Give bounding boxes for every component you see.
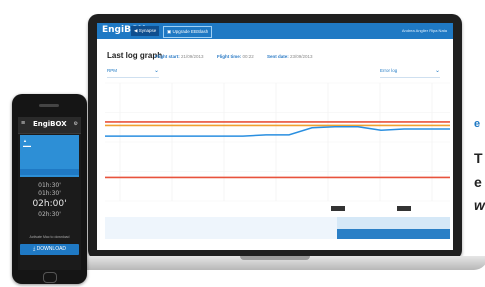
- chevron-down-icon: ⌄: [434, 68, 440, 74]
- log-select[interactable]: Error log ⌄: [380, 68, 440, 78]
- log-select-value: Error log: [380, 68, 398, 73]
- phone-footer-note: Activate Mac to download: [29, 235, 70, 239]
- log-chart: [105, 82, 450, 239]
- side-text-3: e: [474, 174, 482, 190]
- phone-speaker: [39, 104, 59, 107]
- tab-upgrade[interactable]: ▣ Upgrade EBSlash: [163, 26, 213, 38]
- laptop-notch: [240, 256, 310, 260]
- page-title: Last log graph: [107, 51, 163, 60]
- side-text-2: T: [474, 150, 483, 166]
- navigator-left-handle[interactable]: [331, 206, 345, 211]
- phone-home-button[interactable]: [43, 272, 57, 283]
- tab-upgrade-label: Upgrade EBSlash: [172, 29, 209, 34]
- tab-synapse-label: Synapse: [138, 28, 157, 33]
- laptop-screen: EngiBOX ◀ Synapse ▣ Upgrade EBSlash Andr…: [97, 23, 453, 250]
- series-select[interactable]: RPM ⌄: [107, 68, 159, 78]
- download-button[interactable]: ⤓ DOWNLOAD: [20, 244, 79, 255]
- phone-screen: ≡ EngiBOX ⚙ ▲ ▬▬ 01h:30' 01h:30' 02h:00' …: [18, 117, 81, 270]
- side-text-4: w: [474, 197, 485, 213]
- menu-icon[interactable]: ≡: [21, 120, 25, 127]
- phone-bluebar: [20, 169, 79, 175]
- phone-time-1: 01h:30': [38, 182, 61, 189]
- chart-thresholds: [105, 121, 450, 179]
- meta-sent-date: Sent date: 23/09/2013: [267, 54, 313, 59]
- chart-grid: [105, 82, 450, 202]
- phone-time-3: 02h:30': [38, 211, 61, 218]
- profile-logo-icon: ▲ ▬▬: [23, 138, 31, 148]
- tab-synapse[interactable]: ◀ Synapse: [131, 26, 160, 36]
- phone-header: ≡ EngiBOX ⚙: [18, 117, 81, 134]
- navigator-series: [337, 229, 450, 239]
- phone-brand-logo: EngiBOX: [33, 120, 67, 128]
- user-name[interactable]: Andrea Anglier Ripa Nata: [402, 28, 447, 33]
- meta-flight-start: Flight start: 21/09/2013: [155, 54, 204, 59]
- phone-time-main: 02h:00': [32, 199, 67, 209]
- app-header: EngiBOX ◀ Synapse ▣ Upgrade EBSlash Andr…: [97, 23, 453, 39]
- download-label: DOWNLOAD: [36, 246, 67, 252]
- settings-icon[interactable]: ⚙: [74, 121, 78, 127]
- navigator-right-handle[interactable]: [397, 206, 411, 211]
- series-select-value: RPM: [107, 68, 117, 73]
- meta-flight-time: Flight time: 00:22: [217, 54, 254, 59]
- side-text-1: e: [474, 118, 481, 130]
- phone-time-2: 01h:30': [38, 190, 61, 197]
- rpm-series-line: [105, 125, 450, 137]
- chevron-down-icon: ⌄: [153, 68, 159, 74]
